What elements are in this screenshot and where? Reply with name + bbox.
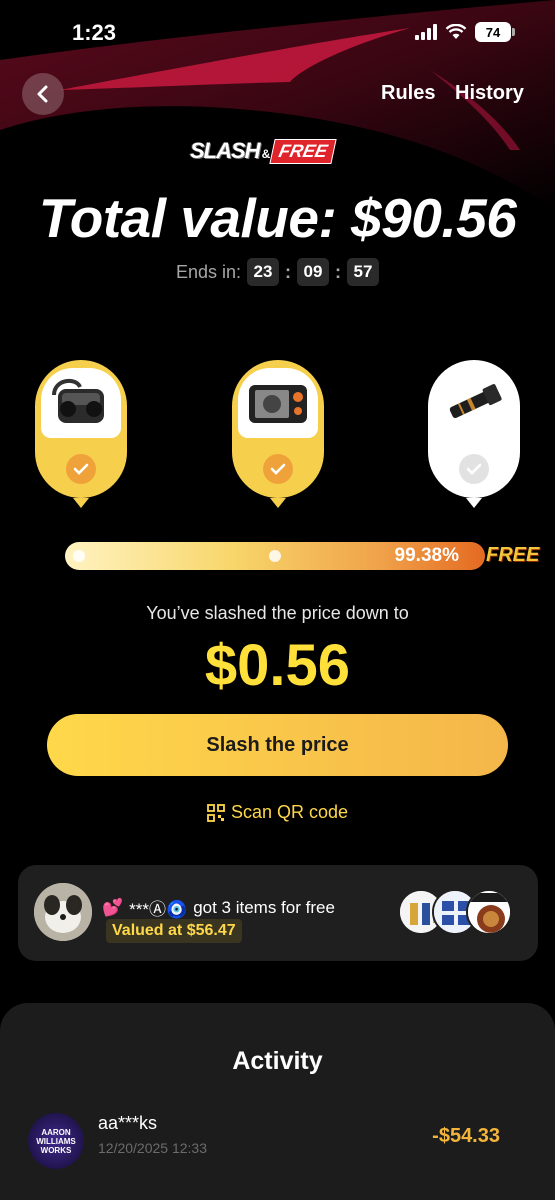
free-tag: FREE (486, 544, 540, 566)
slashed-caption: You’ve slashed the price down to (146, 603, 409, 623)
status-icons: 74 (415, 22, 515, 42)
winner-username: ***Ⓐ🧿 (129, 900, 188, 919)
activity-panel: Activity AARON WILLIAMS WORKS aa***ks 12… (0, 1003, 555, 1200)
item-thumbnail (466, 889, 512, 935)
activity-amount: -$54.33 (432, 1125, 500, 1147)
endoscope-image (238, 368, 318, 438)
wifi-icon (445, 24, 467, 39)
scan-qr-label: Scan QR code (230, 802, 349, 822)
check-icon (459, 454, 489, 484)
countdown-seconds: 57 (347, 258, 380, 286)
total-value: Total value: $90.56 (38, 187, 517, 249)
progress-bar: 99.38% (65, 542, 485, 570)
product-pin-endoscope[interactable] (232, 360, 324, 508)
avatar (34, 883, 92, 941)
valued-badge: Valued at $56.47 (106, 919, 242, 943)
current-price: $0.56 (204, 633, 351, 698)
winner-line: 💕 ***Ⓐ🧿 got 3 items for free (102, 895, 335, 920)
slash-price-button[interactable]: Slash the price (47, 714, 508, 776)
back-button[interactable] (22, 73, 64, 115)
progress-percent: 99.38% (394, 545, 459, 566)
signal-icon (415, 24, 437, 40)
flashlight-image (434, 368, 514, 438)
progress-milestone (73, 550, 85, 562)
winner-text: got 3 items for free (193, 897, 335, 917)
product-pin-flashlight[interactable] (428, 360, 520, 508)
activity-avatar: AARON WILLIAMS WORKS (28, 1113, 84, 1169)
scan-qr-link[interactable]: Scan QR code (0, 802, 555, 823)
status-time: 1:23 (72, 20, 117, 45)
countdown-hours: 23 (247, 258, 280, 286)
progress-milestone (269, 550, 281, 562)
activity-avatar-text: AARON WILLIAMS WORKS (36, 1127, 76, 1155)
heart-icon: 💕 (102, 897, 124, 917)
activity-title: Activity (232, 1047, 323, 1075)
rules-link[interactable]: Rules (381, 82, 435, 105)
winner-item-thumbnails (398, 889, 513, 937)
check-icon (66, 454, 96, 484)
header-swoosh (0, 0, 555, 210)
check-icon (263, 454, 293, 484)
product-pin-earbuds[interactable] (35, 360, 127, 508)
qr-code-icon (207, 803, 225, 822)
history-link[interactable]: History (455, 82, 524, 105)
countdown: Ends in: 23 : 09 : 57 (0, 258, 555, 286)
countdown-minutes: 09 (297, 258, 330, 286)
winner-card: 💕 ***Ⓐ🧿 got 3 items for free Valued at $… (18, 865, 538, 961)
battery-indicator: 74 (475, 22, 515, 42)
activity-username: aa***ks (98, 1113, 158, 1133)
slash-free-logo: SLASH & FREE (190, 138, 337, 164)
chevron-left-icon (37, 85, 48, 103)
earbuds-image (41, 368, 121, 438)
countdown-label: Ends in: (175, 261, 242, 282)
activity-date: 12/20/2025 12:33 (98, 1140, 207, 1156)
